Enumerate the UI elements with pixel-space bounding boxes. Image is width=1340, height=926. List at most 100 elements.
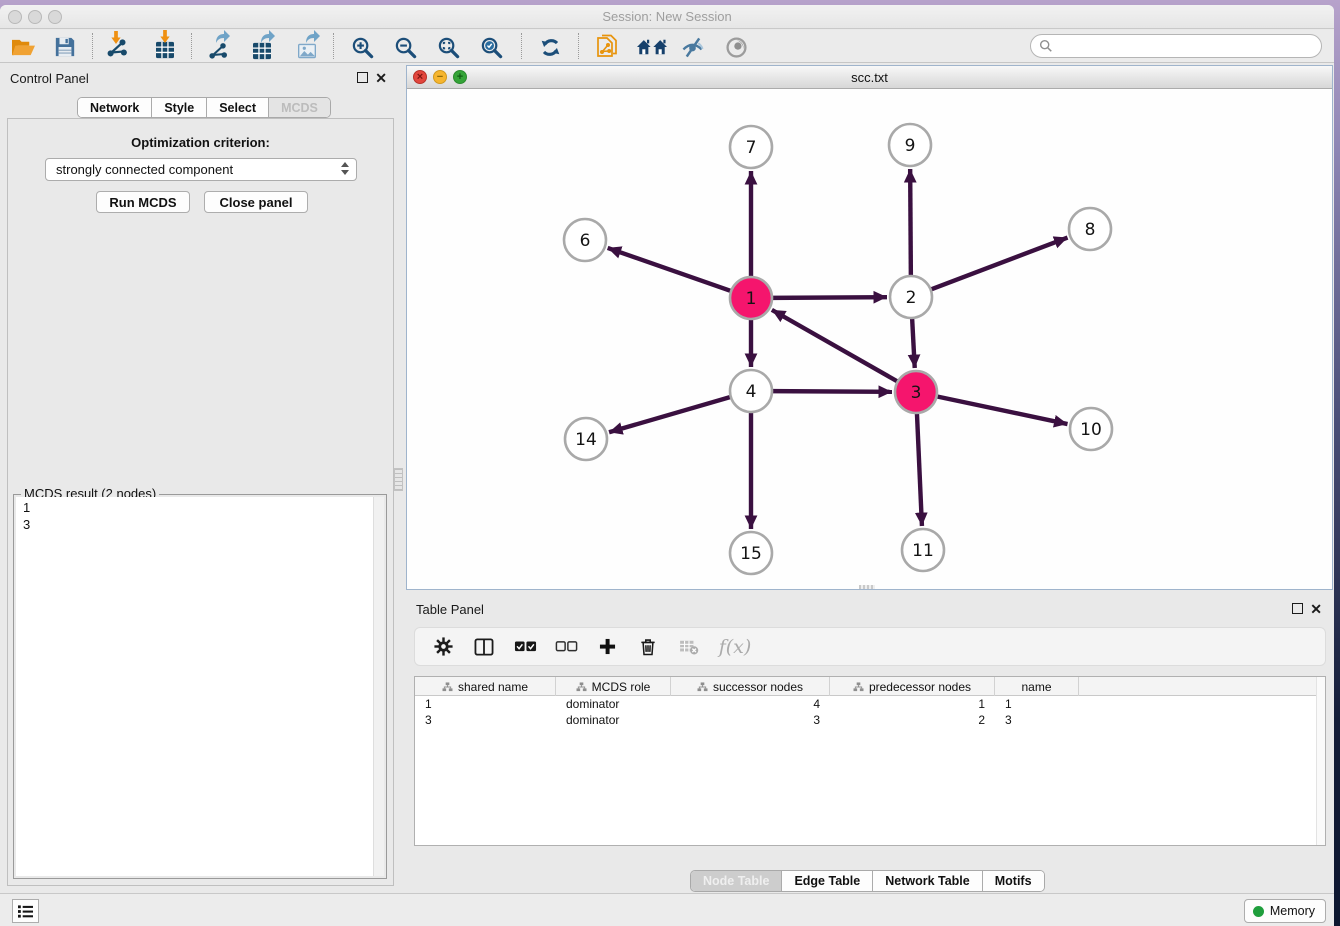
- graph-node-7[interactable]: 7: [730, 126, 772, 168]
- table-cell[interactable]: 3: [671, 712, 830, 728]
- close-panel-button[interactable]: Close panel: [204, 191, 308, 213]
- tab-network[interactable]: Network: [78, 98, 152, 117]
- graph-node-8[interactable]: 8: [1069, 208, 1111, 250]
- table-cell[interactable]: 4: [671, 696, 830, 712]
- zoom-selected-button[interactable]: [476, 33, 506, 61]
- close-panel-icon[interactable]: ✕: [375, 73, 387, 84]
- app-window: Session: New Session: [0, 5, 1334, 926]
- column-header-name[interactable]: name: [995, 677, 1079, 696]
- tab-style[interactable]: Style: [152, 98, 207, 117]
- optimization-criterion-label: Optimization criterion:: [8, 135, 393, 150]
- toolbar-separator: [92, 33, 93, 59]
- export-network-button[interactable]: [203, 33, 233, 61]
- column-view-button[interactable]: [472, 635, 496, 659]
- control-panel-title: Control Panel: [10, 71, 89, 86]
- graph-edge-1-2[interactable]: [772, 297, 887, 298]
- graph-node-4[interactable]: 4: [730, 370, 772, 412]
- zoom-fit-button[interactable]: [433, 33, 463, 61]
- import-table-button[interactable]: [150, 33, 180, 61]
- table-cell[interactable]: dominator: [556, 712, 671, 728]
- graph-edge-3-1[interactable]: [772, 310, 898, 382]
- graph-node-14[interactable]: 14: [565, 418, 607, 460]
- graph-node-6[interactable]: 6: [564, 219, 606, 261]
- tab-select[interactable]: Select: [207, 98, 269, 117]
- svg-text:14: 14: [575, 430, 597, 450]
- graph-node-10[interactable]: 10: [1070, 408, 1112, 450]
- column-header-predecessor-nodes[interactable]: predecessor nodes: [830, 677, 995, 696]
- table-row[interactable]: 3dominator323: [415, 712, 1325, 728]
- network-resize-grip[interactable]: [859, 585, 875, 589]
- tab-network-table[interactable]: Network Table: [873, 871, 983, 891]
- table-cell[interactable]: 1: [415, 696, 556, 712]
- graph-edge-3-11[interactable]: [917, 413, 922, 526]
- table-scrollbar[interactable]: [1316, 677, 1325, 845]
- houses-button[interactable]: [634, 33, 670, 61]
- zoom-out-icon: [394, 36, 417, 59]
- column-header-MCDS-role[interactable]: MCDS role: [556, 677, 671, 696]
- graph-edge-2-3[interactable]: [912, 318, 915, 368]
- table-cell[interactable]: 3: [995, 712, 1079, 728]
- panel-splitter-grip[interactable]: [394, 468, 403, 491]
- import-network-button[interactable]: [102, 33, 132, 61]
- delete-table-button[interactable]: [677, 635, 701, 659]
- graph-edge-2-9[interactable]: [910, 169, 911, 276]
- table-cell[interactable]: 1: [995, 696, 1079, 712]
- hide-graphics-details-button[interactable]: [677, 33, 707, 61]
- function-builder-button[interactable]: f(x): [718, 635, 752, 659]
- add-column-button[interactable]: [595, 635, 619, 659]
- column-header-successor-nodes[interactable]: successor nodes: [671, 677, 830, 696]
- table-cell[interactable]: dominator: [556, 696, 671, 712]
- table-cell[interactable]: 1: [830, 696, 995, 712]
- level-of-detail-button[interactable]: [721, 33, 751, 61]
- deselect-all-button[interactable]: [554, 635, 578, 659]
- new-network-button[interactable]: [592, 33, 622, 61]
- graph-node-9[interactable]: 9: [889, 124, 931, 166]
- graph-edge-4-14[interactable]: [609, 397, 731, 432]
- graph-edge-2-8[interactable]: [931, 238, 1068, 290]
- table-cell[interactable]: 3: [415, 712, 556, 728]
- table-options-button[interactable]: [431, 635, 455, 659]
- zoom-out-button[interactable]: [390, 33, 420, 61]
- network-window-titlebar[interactable]: × − + scc.txt: [407, 66, 1332, 89]
- graph-edge-1-6[interactable]: [608, 248, 732, 291]
- graph-node-15[interactable]: 15: [730, 532, 772, 574]
- export-table-button[interactable]: [247, 33, 277, 61]
- column-header-shared-name[interactable]: shared name: [415, 677, 556, 696]
- table-cell[interactable]: 2: [830, 712, 995, 728]
- mcds-result-textarea[interactable]: 13: [16, 497, 384, 876]
- mcds-panel-body: Optimization criterion: strongly connect…: [7, 118, 394, 886]
- table-row[interactable]: 1dominator411: [415, 696, 1325, 712]
- tab-edge-table[interactable]: Edge Table: [782, 871, 873, 891]
- save-session-button[interactable]: [50, 33, 80, 61]
- select-all-button[interactable]: [513, 635, 537, 659]
- network-graph[interactable]: 7 9 6 8 1 2 4 3 14 10 15 11: [407, 89, 1331, 589]
- float-panel-icon[interactable]: [357, 72, 368, 83]
- export-image-button[interactable]: [292, 33, 322, 61]
- graph-edge-4-3[interactable]: [772, 391, 892, 392]
- float-table-panel-icon[interactable]: [1292, 603, 1303, 614]
- optimization-criterion-dropdown[interactable]: strongly connected component: [45, 158, 357, 181]
- svg-text:8: 8: [1085, 220, 1096, 240]
- tab-motifs[interactable]: Motifs: [983, 871, 1044, 891]
- svg-text:15: 15: [740, 544, 762, 564]
- task-history-button[interactable]: [12, 899, 39, 923]
- graph-node-2[interactable]: 2: [890, 276, 932, 318]
- graph-node-3[interactable]: 3: [895, 371, 937, 413]
- graph-edge-3-10[interactable]: [937, 396, 1068, 424]
- tab-mcds[interactable]: MCDS: [269, 98, 330, 117]
- graph-node-1[interactable]: 1: [730, 277, 772, 319]
- tree-icon: [576, 682, 587, 692]
- zoom-in-button[interactable]: [347, 33, 377, 61]
- tab-node-table[interactable]: Node Table: [691, 871, 782, 891]
- search-input[interactable]: [1030, 34, 1322, 58]
- delete-column-button[interactable]: [636, 635, 660, 659]
- run-mcds-button[interactable]: Run MCDS: [96, 191, 190, 213]
- refresh-layout-button[interactable]: [535, 33, 565, 61]
- memory-button[interactable]: Memory: [1244, 899, 1326, 923]
- open-session-button[interactable]: [8, 33, 38, 61]
- export-arrow-icon: [215, 30, 231, 44]
- mcds-result-group: MCDS result (2 nodes) 13: [13, 494, 387, 879]
- result-scrollbar[interactable]: [373, 497, 384, 876]
- close-table-panel-icon[interactable]: ✕: [1310, 604, 1322, 615]
- graph-node-11[interactable]: 11: [902, 529, 944, 571]
